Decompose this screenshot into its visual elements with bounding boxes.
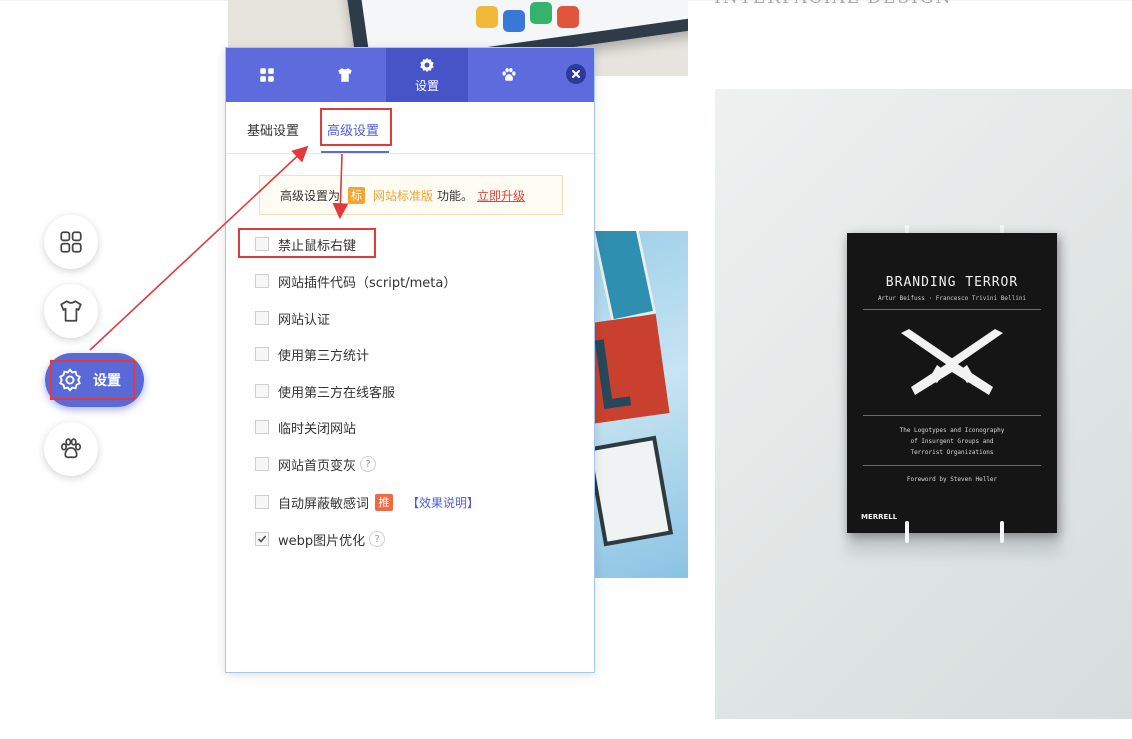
float-toolbar-theme-button[interactable] <box>44 284 98 338</box>
settings-subtabs: 基础设置 高级设置 <box>226 102 594 154</box>
panel-tab-bar: 设置 <box>226 48 594 102</box>
checkbox[interactable] <box>255 420 269 434</box>
panel-tab-settings[interactable]: 设置 <box>386 48 468 102</box>
standard-edition-badge: 标 <box>348 186 366 204</box>
shirt-icon <box>338 68 352 82</box>
checkbox[interactable] <box>255 457 269 471</box>
panel-tab-pet[interactable] <box>468 48 550 102</box>
upgrade-now-link[interactable]: 立即升级 <box>477 187 525 204</box>
float-toolbar-modules-button[interactable] <box>44 215 98 269</box>
option-label: 使用第三方在线客服 <box>278 385 396 401</box>
option-label: 网站首页变灰 <box>278 458 357 474</box>
grid-icon <box>60 231 82 253</box>
float-toolbar-pet-button[interactable] <box>44 422 98 476</box>
option-label: 网站认证 <box>278 312 331 328</box>
effect-description-link[interactable]: 【效果说明】 <box>407 494 479 511</box>
checkmark-icon <box>257 535 267 543</box>
close-icon <box>572 70 580 78</box>
panel-close-button[interactable] <box>566 64 586 84</box>
paw-icon <box>502 68 516 81</box>
recommended-badge: 推 <box>375 493 394 511</box>
option-third-party-stats[interactable]: 使用第三方统计 <box>255 344 369 364</box>
checkbox[interactable] <box>255 274 269 288</box>
checkbox-checked[interactable] <box>255 532 269 546</box>
gear-icon <box>420 57 434 73</box>
shirt-icon <box>60 300 82 322</box>
settings-panel: 设置 基础设置 高级设置 高级设置为 标 网站标准版 功能。 立即升级 禁止鼠标… <box>225 47 595 673</box>
panel-tab-modules[interactable] <box>226 48 308 102</box>
option-label: 临时关闭网站 <box>278 421 357 437</box>
annotation-box-advanced-tab <box>320 108 392 146</box>
option-label: 使用第三方统计 <box>278 348 370 364</box>
section-heading: INTERFACIAL DESIGN <box>714 0 952 8</box>
checkbox[interactable] <box>255 347 269 361</box>
option-close-site[interactable]: 临时关闭网站 <box>255 417 356 437</box>
grid-icon <box>260 68 274 82</box>
active-subtab-indicator <box>321 151 389 153</box>
book-title: BRANDING TERROR <box>885 275 1019 290</box>
help-icon[interactable]: ? <box>360 456 377 472</box>
option-site-verification[interactable]: 网站认证 <box>255 308 330 328</box>
option-site-plugin-code[interactable]: 网站插件代码（script/meta） <box>255 271 456 291</box>
panel-tab-settings-label: 设置 <box>414 79 439 93</box>
option-grayscale-homepage[interactable]: 网站首页变灰 ? <box>255 454 377 474</box>
book-authors: Artur Beifuss · Francesco Trivini Bellin… <box>877 295 1027 302</box>
option-label: webp图片优化 <box>278 533 366 549</box>
crossed-rifles-icon <box>901 329 1003 395</box>
checkbox[interactable] <box>255 495 269 509</box>
option-block-sensitive-words[interactable]: 自动屏蔽敏感词 推 【效果说明】 <box>255 492 479 512</box>
notice-suffix: 功能。 <box>437 188 474 203</box>
annotation-box-settings-button <box>50 360 135 400</box>
book-cover: BRANDING TERROR Artur Beifuss · Francesc… <box>847 233 1057 533</box>
paw-icon <box>60 438 82 459</box>
notice-prefix: 高级设置为 <box>280 188 341 203</box>
checkbox[interactable] <box>255 384 269 398</box>
checkbox[interactable] <box>255 311 269 325</box>
book-subtitle: The Logotypes and Iconography of Insurge… <box>899 427 1005 456</box>
background-photo-book: BRANDING TERROR Artur Beifuss · Francesc… <box>715 89 1132 719</box>
option-label: 网站插件代码（script/meta） <box>278 275 457 291</box>
panel-tab-theme[interactable] <box>304 48 386 102</box>
help-icon[interactable]: ? <box>369 531 386 547</box>
background-photo-signs <box>593 231 688 578</box>
notice-edition: 网站标准版 <box>373 188 434 203</box>
book-foreword: Foreword by Steven Heller <box>906 476 998 483</box>
option-webp-optimization[interactable]: webp图片优化 ? <box>255 529 386 549</box>
subtab-basic-settings[interactable]: 基础设置 <box>247 120 299 139</box>
annotation-box-right-click-option <box>238 228 376 258</box>
book-publisher: MERRELL <box>861 513 898 521</box>
option-third-party-chat[interactable]: 使用第三方在线客服 <box>255 381 395 401</box>
option-label: 自动屏蔽敏感词 <box>278 496 370 512</box>
upgrade-notice: 高级设置为 标 网站标准版 功能。 立即升级 <box>259 175 563 215</box>
